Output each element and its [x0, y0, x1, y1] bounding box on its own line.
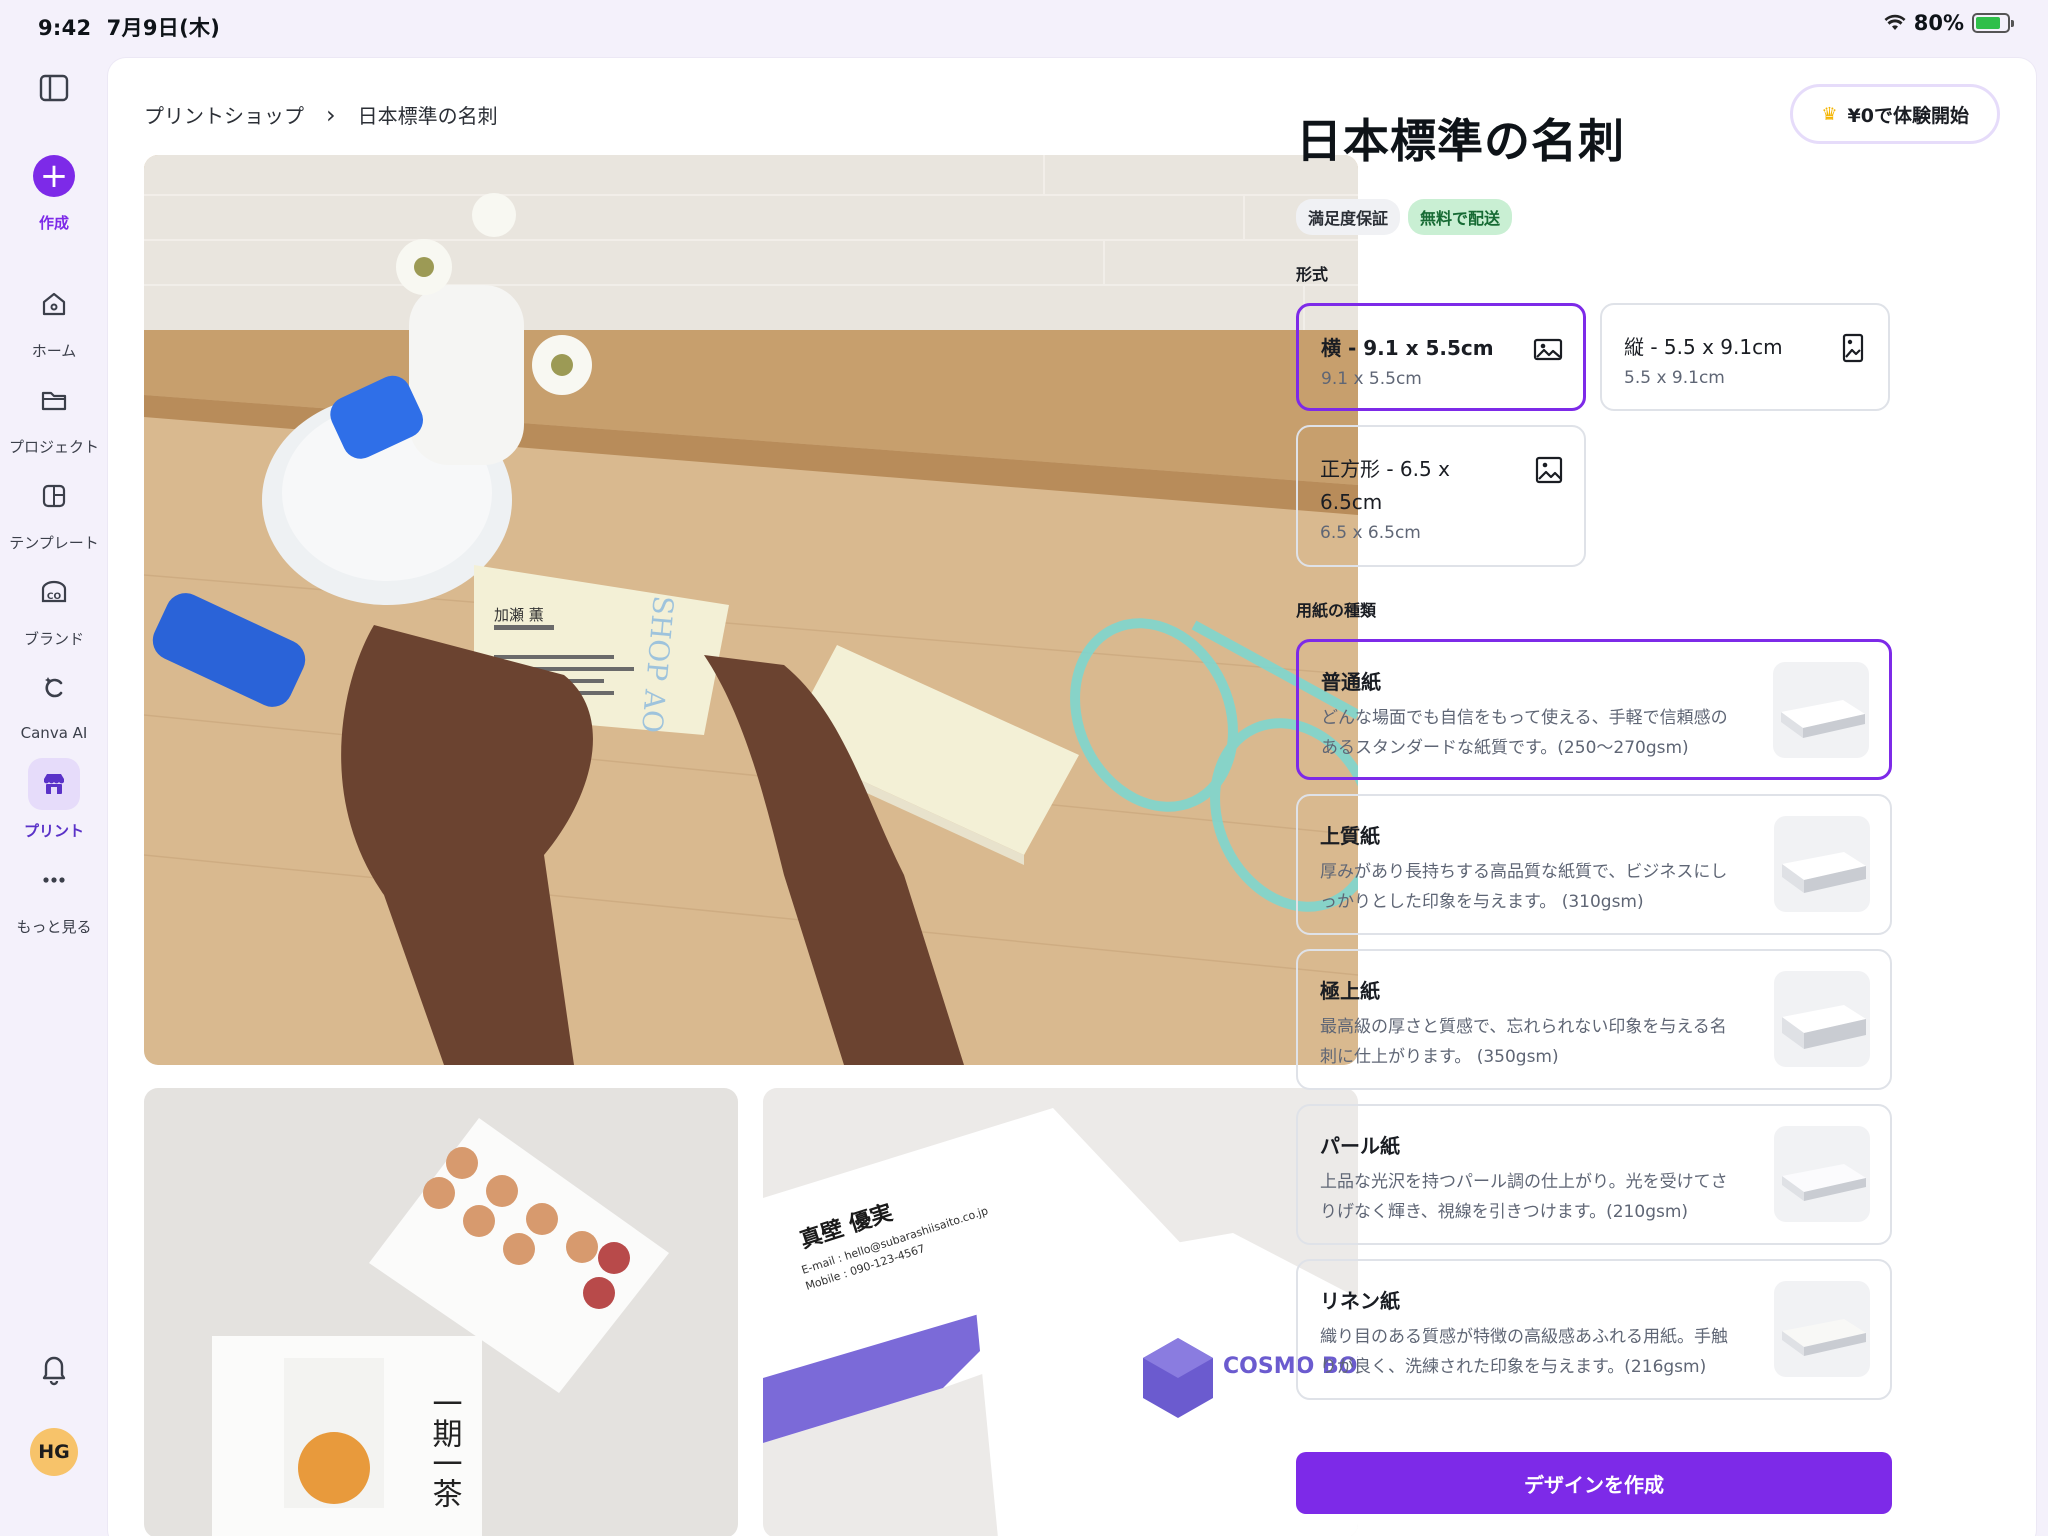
sidebar-item-projects[interactable]: プロジェクト — [0, 374, 108, 457]
format-option-name: 縦 - 5.5 x 9.1cm — [1624, 335, 1783, 359]
sidebar-item-label: もっと見る — [16, 918, 92, 936]
paper-option-description: 最高級の厚さと質感で、忘れられない印象を与える名刺に仕上がります。 (350gs… — [1320, 1017, 1727, 1067]
paper-stack-thumbnail — [1774, 1281, 1870, 1377]
more-icon — [28, 854, 80, 906]
chevron-right-icon: › — [326, 100, 336, 129]
home-icon — [28, 278, 80, 330]
sidebar-item-label: テンプレート — [9, 534, 99, 552]
paper-stack-thumbnail — [1774, 816, 1870, 912]
breadcrumb: プリントショップ › 日本標準の名刺 — [144, 100, 498, 129]
guarantee-badge: 満足度保証 — [1296, 199, 1401, 235]
paper-option-premium[interactable]: 上質紙 厚みがあり長持ちする高品質な紙質で、ビジネスにしっかりとした印象を与えま… — [1296, 794, 1892, 935]
format-option-portrait[interactable]: 縦 - 5.5 x 9.1cm 5.5 x 9.1cm — [1600, 303, 1890, 411]
square-image-icon — [1535, 456, 1563, 484]
product-options-panel: 日本標準の名刺 満足度保証 無料で配送 形式 横 - 9.1 x 5.5cm 9… — [1296, 97, 1892, 1401]
sidebar-item-brand[interactable]: CO ブランド — [0, 566, 108, 649]
paper-option-pearl[interactable]: パール紙 上品な光沢を持つパール調の仕上がり。光を受けてさりげなく輝き、視線を引… — [1296, 1104, 1892, 1245]
paper-option-name: 極上紙 — [1320, 979, 1380, 1003]
landscape-image-icon — [1533, 338, 1563, 361]
sidebar-item-label: ホーム — [31, 342, 77, 360]
sidebar-item-more[interactable]: もっと見る — [0, 854, 108, 937]
paper-options: 普通紙 どんな場面でも自信をもって使える、手軽で信頼感のあるスタンダードな紙質で… — [1296, 639, 1892, 1401]
product-photo-sub-1[interactable]: 一期一茶 — [144, 1088, 738, 1536]
business-card-desk-photo: 加瀬 薫 SHOP AO — [144, 155, 1358, 1065]
format-option-size: 6.5 x 6.5cm — [1320, 523, 1421, 543]
sidebar-item-canva-ai[interactable]: Canva AI — [0, 662, 108, 742]
sidebar: + 作成 ホーム プロジェクト テンプレート CO ブランド Canva AI … — [0, 48, 108, 1536]
paper-option-standard[interactable]: 普通紙 どんな場面でも自信をもって使える、手軽で信頼感のあるスタンダードな紙質で… — [1296, 639, 1892, 780]
sidebar-item-create[interactable]: + 作成 — [0, 150, 108, 233]
portrait-image-icon — [1842, 333, 1864, 363]
battery-icon — [1972, 13, 2014, 33]
plus-icon: + — [28, 150, 80, 202]
format-option-landscape[interactable]: 横 - 9.1 x 5.5cm 9.1 x 5.5cm — [1296, 303, 1586, 411]
format-option-name: 正方形 - 6.5 x 6.5cm — [1320, 457, 1450, 514]
print-shop-icon — [28, 758, 80, 810]
page-title: 日本標準の名刺 — [1296, 114, 1625, 168]
create-design-button[interactable]: デザインを作成 — [1296, 1452, 1892, 1514]
sidebar-item-label: Canva AI — [20, 724, 88, 742]
paper-stack-thumbnail — [1774, 971, 1870, 1067]
status-bar: 9:42 7月9日(木) 80% — [0, 0, 2048, 48]
paper-option-linen[interactable]: リネン紙 織り目のある質感が特徴の高級感あふれる用紙。手触りが良く、洗練された印… — [1296, 1259, 1892, 1400]
sidebar-item-templates[interactable]: テンプレート — [0, 470, 108, 553]
badges: 満足度保証 無料で配送 — [1296, 199, 1892, 235]
paper-option-name: 普通紙 — [1321, 670, 1381, 694]
sidebar-item-label: ブランド — [23, 630, 84, 648]
cosmo-box-card-photo: 真壁 優実 E-mail : hello@subarashiisaito.co.… — [763, 1088, 1358, 1536]
sidebar-item-label: プロジェクト — [8, 438, 99, 456]
paper-stack-thumbnail — [1773, 662, 1869, 758]
paper-option-description: 織り目のある質感が特徴の高級感あふれる用紙。手触りが良く、洗練された印象を与えま… — [1320, 1327, 1728, 1377]
format-section-label: 形式 — [1296, 265, 1329, 284]
card-name-text: 加瀬 薫 — [494, 606, 544, 624]
tea-shop-card-photo: 一期一茶 — [144, 1088, 738, 1536]
product-photo-sub-2[interactable]: 真壁 優実 E-mail : hello@subarashiisaito.co.… — [763, 1088, 1358, 1536]
paper-stack-thumbnail — [1774, 1126, 1870, 1222]
format-option-name: 横 - 9.1 x 5.5cm — [1321, 336, 1494, 360]
format-options: 横 - 9.1 x 5.5cm 9.1 x 5.5cm 縦 - 5.5 x 9.… — [1296, 303, 1892, 567]
format-option-size: 5.5 x 9.1cm — [1624, 368, 1725, 388]
status-time: 9:42 7月9日(木) — [38, 16, 221, 40]
sidebar-item-label: 作成 — [38, 214, 69, 232]
brand-icon: CO — [28, 566, 80, 618]
free-shipping-badge: 無料で配送 — [1408, 199, 1513, 235]
breadcrumb-current: 日本標準の名刺 — [357, 104, 498, 128]
status-indicators: 80% — [1884, 11, 2014, 35]
paper-option-name: リネン紙 — [1320, 1289, 1400, 1313]
canva-ai-icon — [28, 662, 80, 714]
format-option-size: 9.1 x 5.5cm — [1321, 369, 1422, 389]
battery-percent: 80% — [1913, 11, 1964, 35]
sidebar-toggle-icon[interactable] — [36, 70, 72, 106]
template-icon — [28, 470, 80, 522]
paper-option-description: 厚みがあり長持ちする高品質な紙質で、ビジネスにしっかりとした印象を与えます。 (… — [1320, 862, 1728, 912]
breadcrumb-root-link[interactable]: プリントショップ — [144, 100, 304, 129]
bell-icon[interactable] — [34, 1348, 74, 1388]
paper-option-name: パール紙 — [1320, 1134, 1400, 1158]
wifi-icon — [1884, 14, 1906, 30]
paper-option-name: 上質紙 — [1320, 824, 1380, 848]
avatar[interactable]: HG — [30, 1428, 78, 1476]
format-option-square[interactable]: 正方形 - 6.5 x 6.5cm 6.5 x 6.5cm — [1296, 425, 1586, 567]
sidebar-item-home[interactable]: ホーム — [0, 278, 108, 361]
paper-option-description: どんな場面でも自信をもって使える、手軽で信頼感のあるスタンダードな紙質です。(2… — [1321, 708, 1728, 758]
sidebar-item-label: プリント — [23, 822, 84, 840]
paper-option-description: 上品な光沢を持つパール調の仕上がり。光を受けてさりげなく輝き、視線を引きつけます… — [1320, 1172, 1728, 1222]
paper-section-label: 用紙の種類 — [1296, 601, 1377, 620]
sidebar-item-print[interactable]: プリント — [0, 758, 108, 841]
svg-text:CO: CO — [47, 592, 62, 602]
product-photo-main[interactable]: 加瀬 薫 SHOP AO — [144, 155, 1358, 1065]
card-tea-title: 一期一茶 — [427, 1388, 462, 1508]
paper-option-ultra[interactable]: 極上紙 最高級の厚さと質感で、忘れられない印象を与える名刺に仕上がります。 (3… — [1296, 949, 1892, 1090]
folder-icon — [28, 374, 80, 426]
